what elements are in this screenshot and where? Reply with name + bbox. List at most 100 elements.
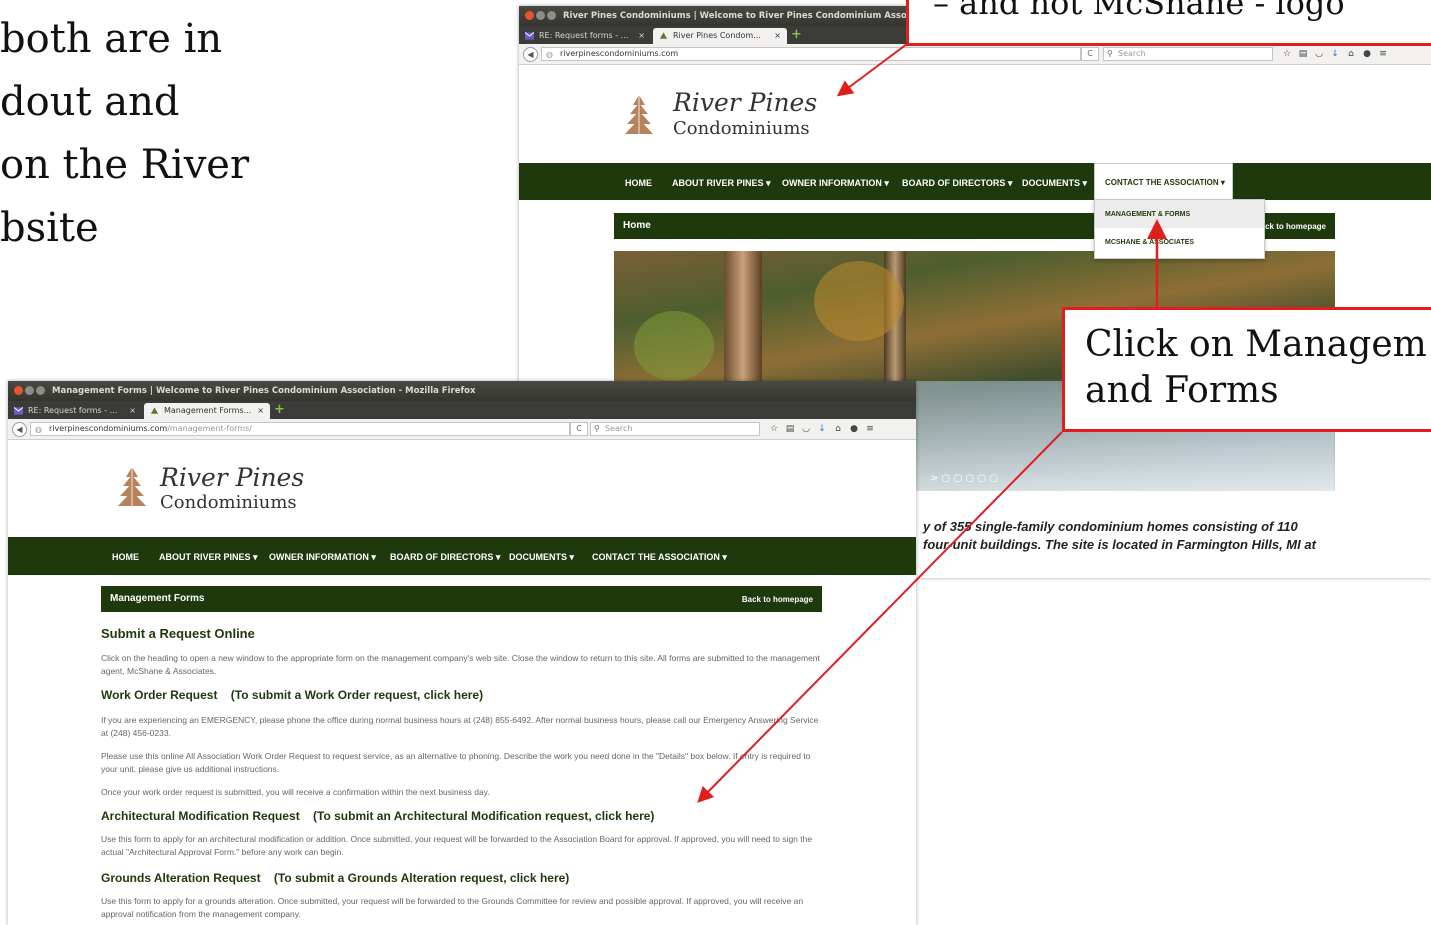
slide-line-3: on the River [0,142,250,188]
back-arrow-icon[interactable]: ◀ [523,47,538,62]
search-icon: ⚲ [1107,49,1113,58]
page-header-bar: Management Forms Back to homepage [101,586,822,612]
pinecone-icon [659,32,668,39]
info-icon: ◍ [546,50,553,59]
url-field[interactable]: ◍ riverpinescondominiums.com [541,47,1081,61]
main-nav: HOME ABOUT RIVER PINES ▾ OWNER INFORMATI… [8,537,916,575]
tab-close-icon[interactable]: × [774,28,781,44]
logo-callout-text: – and not McShane - logo [933,0,1345,22]
minimize-window-icon[interactable] [25,386,34,395]
logo-title[interactable]: River Pines [160,463,304,492]
tab-close-icon[interactable]: × [638,28,645,44]
front-tabbar: RE: Request forms - ... × Management For… [8,401,916,419]
back-arrow-icon[interactable]: ◀ [12,422,27,437]
home-icon[interactable]: ⌂ [1343,47,1359,61]
grounds-heading-link[interactable]: Grounds Alteration Request (To submit a … [101,871,569,885]
logo-subtitle: Condominiums [673,118,810,139]
close-window-icon[interactable] [14,386,23,395]
star-icon[interactable]: ☆ [766,422,782,436]
email-icon [14,407,23,415]
new-tab-button[interactable]: + [274,403,285,417]
info-icon: ◍ [35,425,42,434]
search-placeholder: Search [1118,49,1146,58]
logo-subtitle: Condominiums [160,492,297,513]
download-icon[interactable]: ↓ [814,422,830,436]
architectural-text: Use this form to apply for an architectu… [101,834,813,857]
nav-board[interactable]: BOARD OF DIRECTORS ▾ [390,551,500,563]
work-order-emergency-text: If you are experiencing an EMERGENCY, pl… [101,715,819,738]
clipboard-icon[interactable]: ▤ [782,422,798,436]
slide-text: both are in dout and on the River bsite [0,8,300,260]
logo-title[interactable]: River Pines [673,88,817,117]
intro-text: y of 355 single-family condominium homes… [923,518,1316,554]
search-input[interactable]: ⚲ Search [1103,47,1273,61]
callout-line-1: Click on Managem [1085,324,1427,365]
nav-home[interactable]: HOME [112,551,139,563]
email-icon [525,32,534,40]
nav-board[interactable]: BOARD OF DIRECTORS ▾ [902,177,1012,189]
dropdown-item-mcshane[interactable]: MCSHANE & ASSOCIATES [1105,239,1194,246]
reload-button[interactable]: C [570,422,588,436]
front-window-title: Management Forms | Welcome to River Pine… [52,386,476,396]
nav-about[interactable]: ABOUT RIVER PINES ▾ [672,177,771,189]
minimize-window-icon[interactable] [536,11,545,20]
pocket-icon[interactable]: ◡ [798,422,814,436]
star-icon[interactable]: ☆ [1279,47,1295,61]
management-forms-callout: Click on Managem and Forms [1062,307,1431,432]
work-order-confirmation-text: Once your work order request is submitte… [101,787,490,797]
home-icon[interactable]: ⌂ [830,422,846,436]
chat-icon[interactable]: ● [846,422,862,436]
nav-home[interactable]: HOME [625,177,652,189]
new-tab-button[interactable]: + [791,28,802,42]
nav-owner-info[interactable]: OWNER INFORMATION ▾ [782,177,889,189]
back-to-homepage-link[interactable]: Back to homepage [1255,222,1326,231]
nav-about[interactable]: ABOUT RIVER PINES ▾ [159,551,258,563]
front-browser-window: Management Forms | Welcome to River Pine… [8,381,916,925]
menu-icon[interactable]: ≡ [1375,47,1391,61]
slide-line-2: dout and [0,79,180,125]
main-nav: HOME ABOUT RIVER PINES ▾ OWNER INFORMATI… [519,163,1431,200]
maximize-window-icon[interactable] [36,386,45,395]
tab-close-icon[interactable]: × [257,403,264,419]
close-window-icon[interactable] [525,11,534,20]
contact-dropdown-menu: MANAGEMENT & FORMS MCSHANE & ASSOCIATES [1094,199,1265,259]
pocket-icon[interactable]: ◡ [1311,47,1327,61]
clipboard-icon[interactable]: ▤ [1295,47,1311,61]
grounds-text: Use this form to apply for a grounds alt… [101,896,804,919]
page-title: Home [623,220,651,231]
nav-documents[interactable]: DOCUMENTS ▾ [509,551,574,563]
toolbar-icons: ☆ ▤ ◡ ↓ ⌂ ● ≡ [1279,47,1391,61]
slider-dots[interactable]: > ○ ○ ○ ○ ○ [930,473,998,484]
nav-contact[interactable]: CONTACT THE ASSOCIATION ▾ [592,551,727,563]
tab-request-forms[interactable]: RE: Request forms - ... × [8,403,142,419]
tab-river-pines[interactable]: River Pines Condom... × [653,28,787,44]
nav-contact-label: CONTACT THE ASSOCIATION ▾ [1105,178,1225,187]
tab-label: Management Forms... [164,406,252,415]
search-input[interactable]: ⚲ Search [590,422,760,436]
nav-contact-active[interactable]: CONTACT THE ASSOCIATION ▾ [1094,163,1233,200]
architectural-heading-link[interactable]: Architectural Modification Request (To s… [101,809,654,823]
menu-icon[interactable]: ≡ [862,422,878,436]
tab-management-forms[interactable]: Management Forms... × [144,403,270,419]
slide-line-4: bsite [0,205,99,251]
work-order-heading-link[interactable]: Work Order Request (To submit a Work Ord… [101,688,483,702]
submit-heading: Submit a Request Online [101,626,255,641]
tab-label: RE: Request forms - ... [539,31,629,40]
pinecone-logo-icon[interactable] [623,93,655,137]
logo-callout: – and not McShane - logo [906,0,1431,46]
nav-owner-info[interactable]: OWNER INFORMATION ▾ [269,551,376,563]
back-urlbar: ◀ ◍ riverpinescondominiums.com C ⚲ Searc… [519,44,1431,65]
url-field[interactable]: ◍ riverpinescondominiums.com/management-… [30,422,570,436]
maximize-window-icon[interactable] [547,11,556,20]
url-path: /management-forms/ [167,424,252,433]
tab-request-forms[interactable]: RE: Request forms - ... × [519,28,651,44]
search-icon: ⚲ [594,424,600,433]
dropdown-item-management[interactable]: MANAGEMENT & FORMS [1105,211,1190,218]
nav-documents[interactable]: DOCUMENTS ▾ [1022,177,1087,189]
back-to-homepage-link[interactable]: Back to homepage [742,595,813,604]
tab-close-icon[interactable]: × [129,403,136,419]
chat-icon[interactable]: ● [1359,47,1375,61]
pinecone-logo-icon[interactable] [116,465,148,509]
reload-button[interactable]: C [1081,47,1099,61]
download-icon[interactable]: ↓ [1327,47,1343,61]
